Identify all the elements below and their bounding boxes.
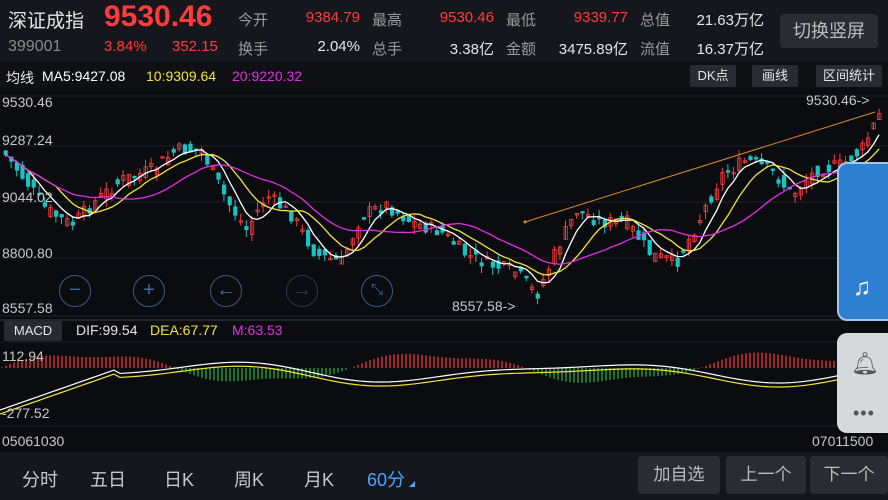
candle-body bbox=[681, 249, 686, 253]
candle-body bbox=[305, 229, 311, 247]
macd-axis-top: 112.94 bbox=[2, 348, 44, 364]
candle-body bbox=[401, 216, 406, 222]
candle-body bbox=[59, 214, 64, 218]
zoom-out-icon[interactable]: − bbox=[59, 275, 91, 307]
candle-body bbox=[854, 149, 860, 157]
candle-body bbox=[826, 164, 832, 172]
more-icon[interactable]: ••• bbox=[853, 403, 875, 424]
candle-body bbox=[188, 143, 193, 153]
candle-body bbox=[765, 161, 770, 164]
candle-body bbox=[132, 175, 137, 179]
candle-body bbox=[31, 179, 36, 188]
tab-monthly-k[interactable]: 月K bbox=[304, 466, 334, 492]
tab-intraday[interactable]: 分时 bbox=[22, 466, 58, 492]
candle-body bbox=[54, 210, 59, 217]
candle-body bbox=[782, 175, 787, 188]
macd-indicator-button[interactable]: MACD bbox=[4, 321, 62, 341]
candle-body bbox=[490, 261, 496, 268]
time-axis-start: 05061030 bbox=[2, 433, 65, 449]
candle-body bbox=[221, 184, 227, 195]
candle-body bbox=[171, 148, 176, 153]
candle-body bbox=[776, 179, 781, 184]
candle-body bbox=[3, 150, 8, 156]
tab-weekly-k[interactable]: 周K bbox=[234, 466, 264, 492]
price-axis-top: 9530.46 bbox=[2, 94, 53, 110]
high-marker: 9530.46-> bbox=[806, 92, 869, 108]
tab-five-day[interactable]: 五日 bbox=[90, 466, 126, 492]
candle-body bbox=[479, 262, 484, 267]
pan-right-icon[interactable]: → bbox=[286, 275, 318, 307]
candle-body bbox=[675, 258, 680, 267]
candle-body bbox=[233, 206, 238, 216]
moving-average-lines bbox=[5, 134, 880, 284]
candle-body bbox=[216, 172, 221, 180]
candle-body bbox=[647, 239, 652, 255]
pan-left-icon[interactable]: ← bbox=[210, 275, 242, 307]
candle-body bbox=[580, 211, 585, 214]
floating-tool-panel[interactable]: ♫ bbox=[837, 162, 888, 321]
ma20-line bbox=[5, 154, 880, 265]
price-axis-bottom: 8557.58 bbox=[2, 300, 53, 316]
candle-body bbox=[709, 196, 714, 203]
candle-body bbox=[311, 244, 316, 257]
next-stock-button[interactable]: 下一个 bbox=[810, 456, 888, 494]
candle-body bbox=[535, 293, 540, 299]
low-marker: 8557.58-> bbox=[452, 298, 515, 314]
candle-body bbox=[754, 157, 759, 160]
price-axis-mid2: 9044.02 bbox=[2, 189, 53, 205]
candle-body bbox=[434, 230, 440, 236]
candle-body bbox=[244, 226, 249, 231]
ma10-line bbox=[5, 148, 880, 276]
candle-body bbox=[451, 241, 456, 245]
candle-body bbox=[462, 243, 468, 256]
macd-axis-bottom: -277.52 bbox=[2, 405, 50, 421]
prev-stock-button[interactable]: 上一个 bbox=[726, 456, 806, 494]
macd-dif-line bbox=[0, 361, 883, 411]
candle-body bbox=[25, 173, 31, 187]
candle-body bbox=[289, 211, 294, 222]
time-axis-end: 07011500 bbox=[812, 433, 873, 449]
candle-body bbox=[227, 196, 232, 206]
ma5-line bbox=[5, 134, 880, 284]
reset-zoom-icon[interactable]: ⤡ bbox=[361, 275, 393, 307]
macd-dea: DEA:67.77 bbox=[150, 322, 218, 338]
candle-body bbox=[205, 154, 210, 165]
zoom-in-icon[interactable]: + bbox=[133, 275, 165, 307]
trend-line-anchor bbox=[523, 220, 527, 224]
price-axis-mid1: 9287.24 bbox=[2, 132, 53, 148]
macd-dif: DIF:99.54 bbox=[76, 322, 138, 338]
tab-daily-k[interactable]: 日K bbox=[164, 466, 194, 492]
macd-m: M:63.53 bbox=[232, 322, 283, 338]
price-axis-mid3: 8800.80 bbox=[2, 245, 53, 261]
candle-body bbox=[70, 221, 75, 226]
candlesticks bbox=[3, 108, 882, 305]
tab-60min[interactable]: 60分 bbox=[367, 466, 405, 492]
bell-icon[interactable]: 🔔︎ bbox=[851, 351, 879, 377]
trend-line bbox=[524, 111, 876, 223]
period-dropdown-icon[interactable] bbox=[409, 481, 415, 487]
candle-body bbox=[849, 155, 854, 162]
candle-body bbox=[317, 248, 322, 256]
candle-body bbox=[770, 168, 776, 171]
macd-histogram bbox=[1, 352, 883, 383]
candle-body bbox=[524, 275, 529, 279]
candle-body bbox=[406, 215, 412, 223]
kline-chart[interactable]: 9530.46 9287.24 9044.02 8800.80 8557.58 … bbox=[0, 0, 888, 452]
floating-alert-panel[interactable]: 🔔︎ ••• bbox=[837, 333, 888, 433]
candle-body bbox=[361, 217, 367, 220]
candle-body bbox=[115, 179, 120, 185]
add-watchlist-button[interactable]: 加自选 bbox=[638, 456, 720, 494]
candle-body bbox=[748, 156, 753, 160]
music-icon[interactable]: ♫ bbox=[853, 274, 871, 302]
macd-dea-line bbox=[0, 365, 883, 415]
candle-body bbox=[726, 170, 731, 173]
candle-body bbox=[591, 220, 596, 226]
macd-lines bbox=[0, 361, 883, 415]
